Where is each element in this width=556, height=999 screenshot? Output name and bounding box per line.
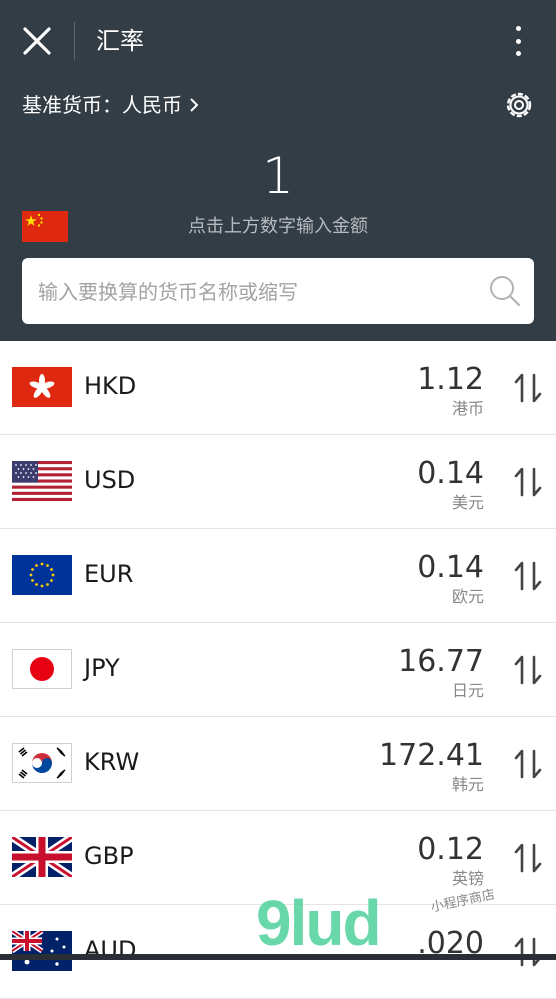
rate-row-krw[interactable]: KRW 172.41 韩元 bbox=[0, 717, 556, 811]
swap-icon[interactable] bbox=[512, 935, 544, 969]
currency-code: AUD bbox=[84, 936, 137, 964]
currency-code: KRW bbox=[84, 748, 140, 776]
rate-list: HKD 1.12 港币 USD 0.14 美元 EUR 0.14 欧元 JPY … bbox=[0, 341, 556, 999]
currency-code: EUR bbox=[84, 560, 134, 588]
currency-code: GBP bbox=[84, 842, 134, 870]
currency-code: USD bbox=[84, 466, 136, 494]
currency-code: JPY bbox=[84, 654, 120, 682]
currency-name: 英镑 bbox=[451, 869, 484, 888]
search-icon[interactable] bbox=[488, 274, 522, 308]
rate-row-aud[interactable]: AUD .020 bbox=[0, 905, 556, 999]
currency-name: 日元 bbox=[451, 681, 484, 700]
more-menu-icon[interactable] bbox=[506, 22, 530, 60]
currency-name: 韩元 bbox=[451, 775, 484, 794]
currency-name: 港币 bbox=[451, 399, 484, 418]
currency-code: HKD bbox=[84, 372, 137, 400]
rate-row-gbp[interactable]: GBP 0.12 英镑 bbox=[0, 811, 556, 905]
rate-value: 1.12 bbox=[417, 362, 484, 397]
bottom-edge bbox=[0, 954, 556, 960]
swap-icon[interactable] bbox=[512, 841, 544, 875]
au-flag-icon bbox=[12, 931, 72, 971]
kr-flag-icon bbox=[12, 743, 72, 783]
amount-hint: 点击上方数字输入金额 bbox=[188, 216, 368, 237]
chevron-right-icon bbox=[190, 98, 199, 112]
rate-row-usd[interactable]: USD 0.14 美元 bbox=[0, 435, 556, 529]
rate-value: 0.12 bbox=[417, 832, 484, 867]
search-input[interactable] bbox=[36, 258, 480, 326]
currency-name: 美元 bbox=[451, 493, 484, 512]
rate-row-hkd[interactable]: HKD 1.12 港币 bbox=[0, 341, 556, 435]
rate-value: 16.77 bbox=[398, 644, 484, 679]
jp-flag-icon bbox=[12, 649, 72, 689]
rate-row-jpy[interactable]: JPY 16.77 日元 bbox=[0, 623, 556, 717]
swap-icon[interactable] bbox=[512, 465, 544, 499]
currency-name: 欧元 bbox=[451, 587, 484, 606]
base-currency-label: 基准货币：人民币 bbox=[22, 93, 182, 117]
rate-value: 0.14 bbox=[417, 456, 484, 491]
base-currency-selector[interactable]: 基准货币：人民币 bbox=[22, 90, 200, 120]
hk-flag-icon bbox=[12, 367, 72, 407]
page-title: 汇率 bbox=[96, 27, 144, 55]
swap-icon[interactable] bbox=[512, 653, 544, 687]
swap-icon[interactable] bbox=[512, 747, 544, 781]
close-icon[interactable] bbox=[20, 24, 54, 58]
amount-display[interactable]: 1 bbox=[0, 146, 556, 206]
rate-value: 172.41 bbox=[379, 738, 484, 773]
us-flag-icon bbox=[12, 461, 72, 501]
swap-icon[interactable] bbox=[512, 559, 544, 593]
gb-flag-icon bbox=[12, 837, 72, 877]
header-divider bbox=[74, 22, 75, 60]
eu-flag-icon bbox=[12, 555, 72, 595]
header-panel: 汇率 基准货币：人民币 1 点击上方数字输入金额 bbox=[0, 0, 556, 341]
search-box[interactable] bbox=[22, 258, 534, 326]
gear-icon[interactable] bbox=[502, 88, 536, 122]
rate-row-eur[interactable]: EUR 0.14 欧元 bbox=[0, 529, 556, 623]
swap-icon[interactable] bbox=[512, 371, 544, 405]
rate-value: 0.14 bbox=[417, 550, 484, 585]
